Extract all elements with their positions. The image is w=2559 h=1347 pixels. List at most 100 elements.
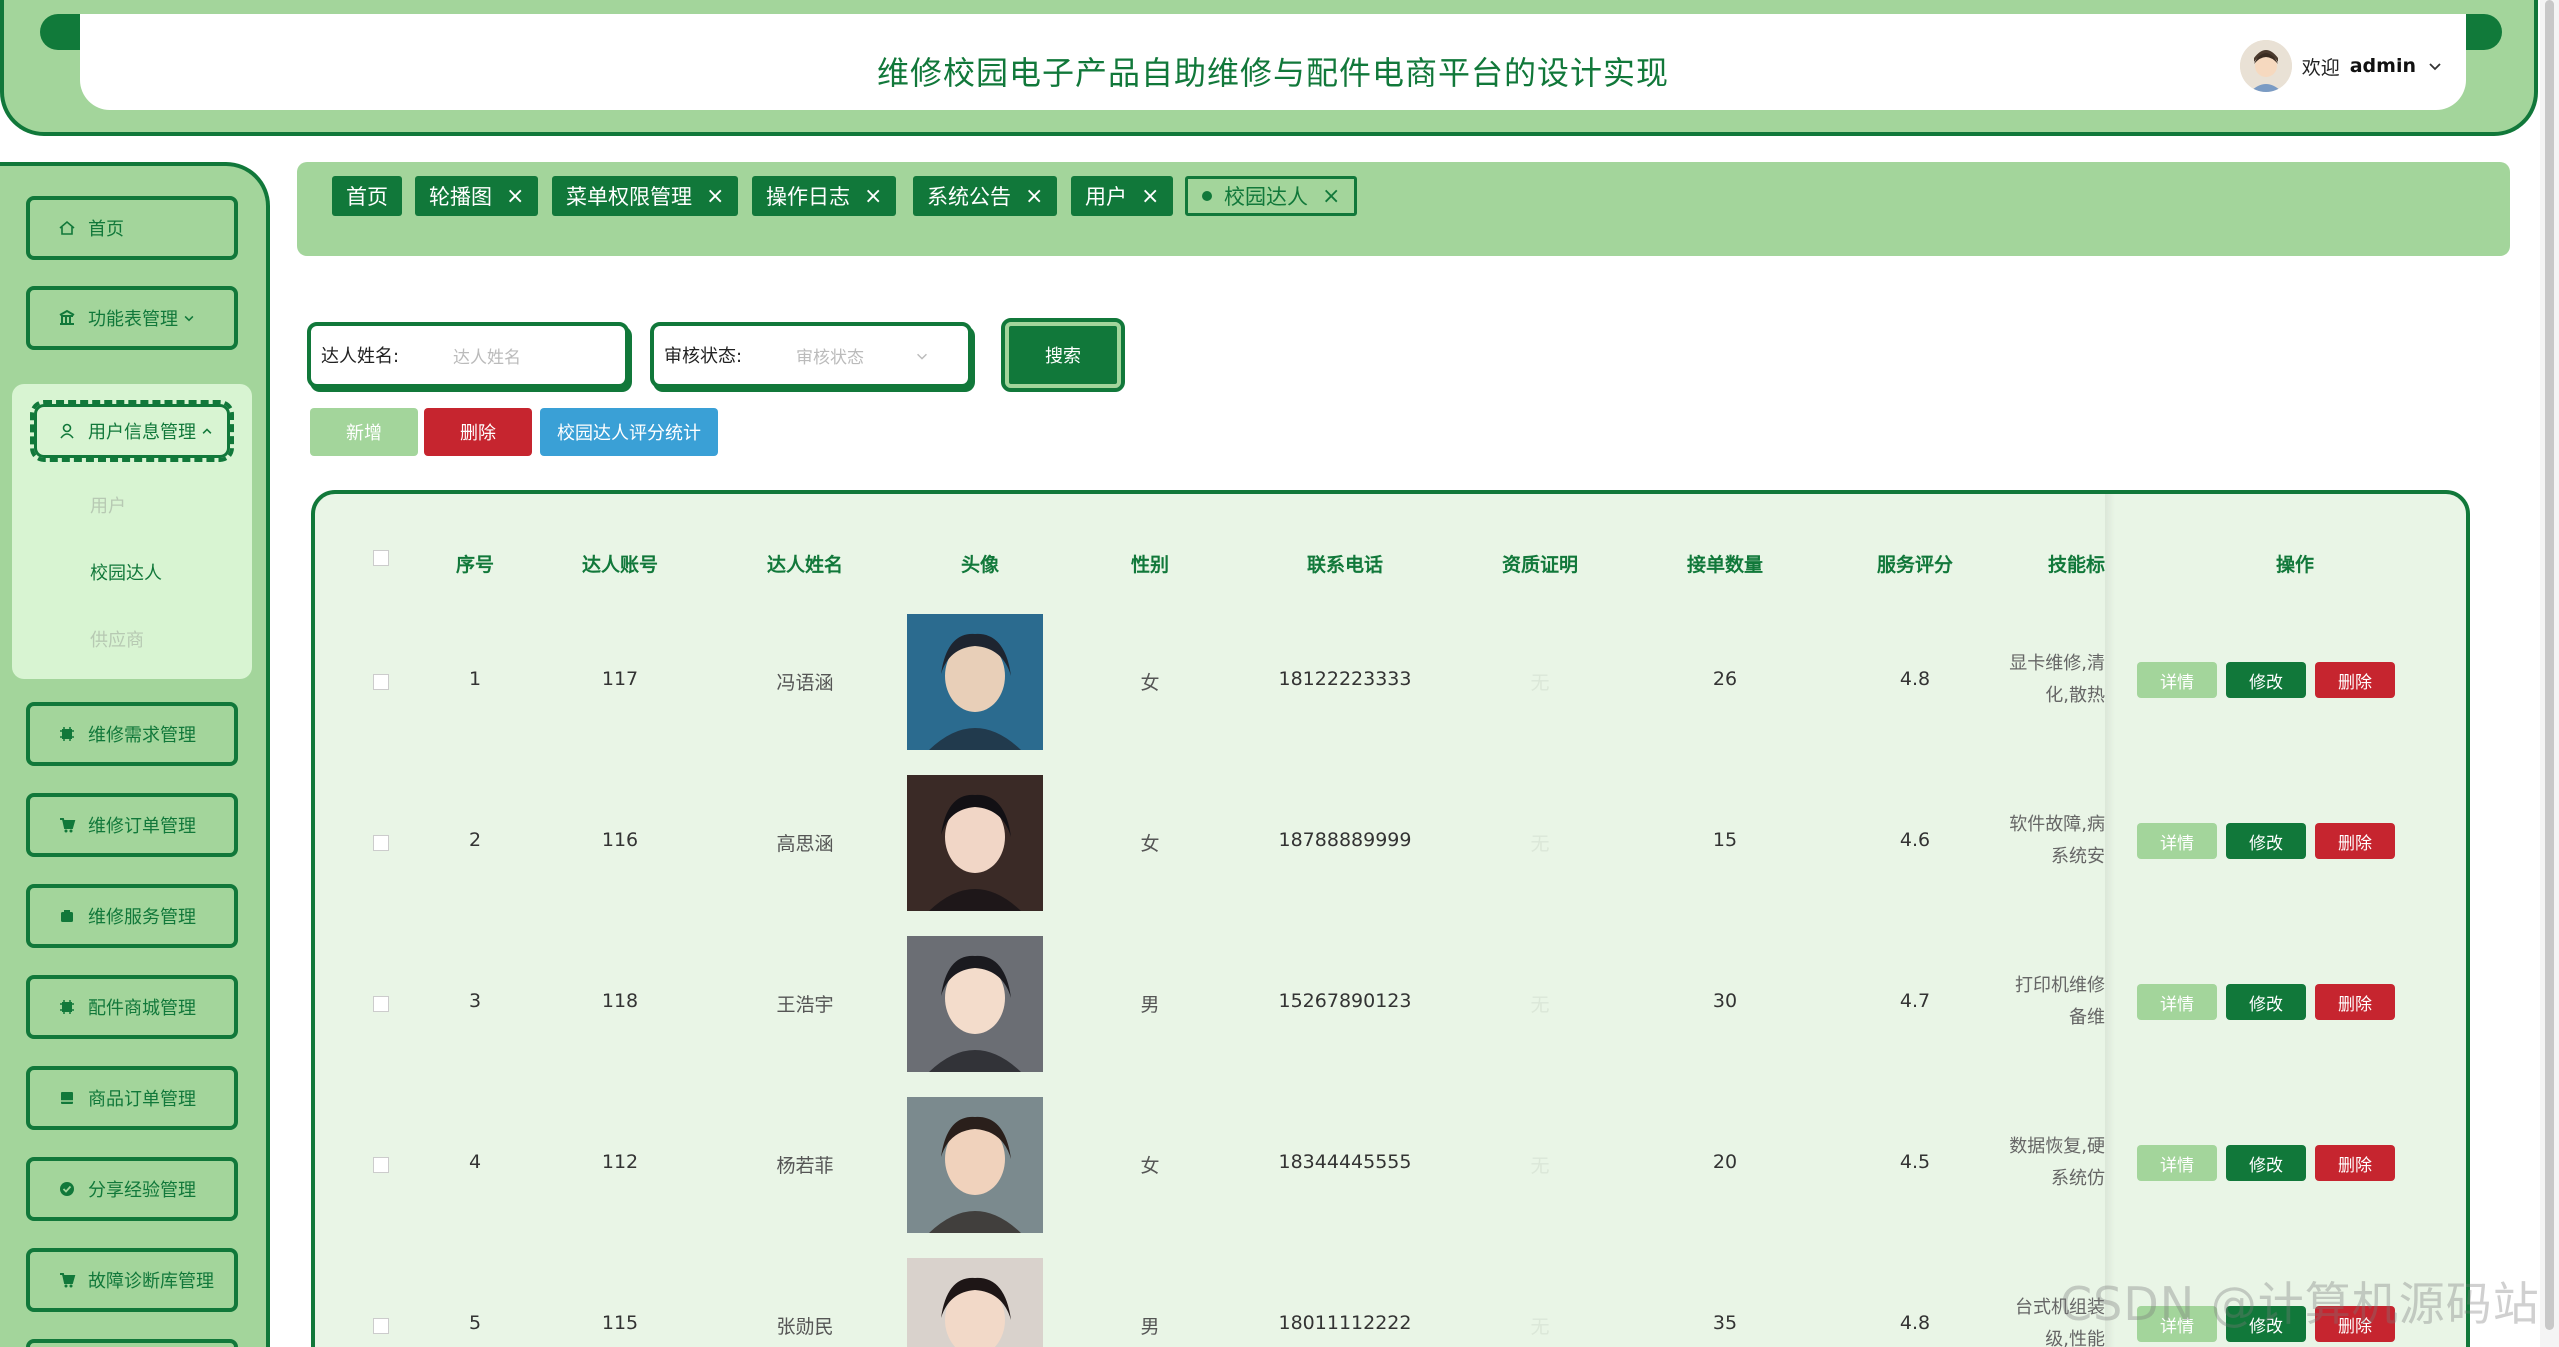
row-gender: 女 — [1140, 672, 1160, 694]
row-account: 116 — [601, 829, 639, 851]
row-cert: 无 — [1530, 994, 1550, 1016]
sidebar-item-parts-mall[interactable]: 配件商城管理 — [26, 975, 238, 1039]
tag-carousel[interactable]: 轮播图 × — [415, 176, 539, 216]
tag-user[interactable]: 用户 × — [1071, 176, 1174, 216]
column-header: 接单数量 — [1686, 554, 1763, 576]
edit-button[interactable]: 修改 — [2226, 662, 2306, 698]
row-delete-button[interactable]: 删除 — [2315, 984, 2395, 1020]
row-gender: 男 — [1140, 1316, 1160, 1338]
app-root: 维修校园电子产品自助维修与配件电商平台的设计实现 欢迎 admin 首页 功能表… — [0, 0, 2559, 1347]
sidebar-item-home[interactable]: 首页 — [26, 196, 238, 260]
tag-label: 系统公告 — [927, 185, 1011, 209]
search-button[interactable]: 搜索 — [1001, 318, 1125, 392]
detail-button[interactable]: 详情 — [2137, 823, 2217, 859]
search-name-field[interactable]: 达人姓名: 达人姓名 — [307, 322, 629, 388]
sidebar-item-function[interactable]: 功能表管理 — [26, 286, 238, 350]
edit-button[interactable]: 修改 — [2226, 823, 2306, 859]
row-delete-button[interactable]: 删除 — [2315, 1145, 2395, 1181]
row-account: 118 — [601, 990, 639, 1012]
sidebar-item-product-order[interactable]: 商品订单管理 — [26, 1066, 238, 1130]
tag-home[interactable]: 首页 — [332, 176, 402, 216]
tag-label: 校园达人 — [1224, 185, 1308, 209]
sidebar-item-share-experience[interactable]: 分享经验管理 — [26, 1157, 238, 1221]
submenu-user-info: 用户信息管理 用户 校园达人 供应商 — [12, 384, 252, 679]
row-delete-button[interactable]: 删除 — [2315, 662, 2395, 698]
row-cert: 无 — [1530, 1155, 1550, 1177]
sidebar-item-label: 故障诊断库管理 — [88, 1271, 214, 1292]
sidebar-item-user-info[interactable]: 用户信息管理 — [30, 400, 234, 462]
row-avatar-photo — [907, 1097, 1043, 1233]
row-checkbox[interactable] — [373, 1318, 389, 1334]
tag-system-notice[interactable]: 系统公告 × — [913, 176, 1058, 216]
sidebar-subitem-supplier[interactable]: 供应商 — [90, 626, 144, 652]
sidebar-subitem-campus-expert[interactable]: 校园达人 — [90, 559, 162, 585]
sidebar-item-more[interactable] — [26, 1339, 238, 1347]
sidebar: 首页 功能表管理 用户信息管理 用户 校园达人 供应商 维修需求管理 维修订单管… — [0, 162, 270, 1347]
detail-button[interactable]: 详情 — [2137, 984, 2217, 1020]
edit-button[interactable]: 修改 — [2226, 1145, 2306, 1181]
tag-operation-log[interactable]: 操作日志 × — [752, 176, 897, 216]
close-icon[interactable]: × — [1322, 184, 1340, 209]
row-phone: 18344445555 — [1278, 1151, 1412, 1173]
row-checkbox[interactable] — [373, 996, 389, 1012]
sidebar-item-label: 分享经验管理 — [88, 1180, 196, 1201]
search-status-field[interactable]: 审核状态: 审核状态 — [650, 322, 972, 388]
delete-button[interactable]: 删除 — [424, 408, 532, 456]
row-skill-line: 系统安 — [2051, 846, 2105, 867]
row-name: 王浩宇 — [776, 994, 834, 1016]
row-name: 杨若菲 — [776, 1155, 834, 1177]
add-button[interactable]: 新增 — [310, 408, 418, 456]
list-icon — [61, 1092, 73, 1104]
tag-label: 操作日志 — [766, 185, 850, 209]
row-cert: 无 — [1530, 1316, 1550, 1338]
search-status-select[interactable]: 审核状态 — [796, 343, 864, 368]
row-name: 张勋民 — [776, 1316, 834, 1338]
column-header: 资质证明 — [1501, 554, 1578, 576]
edit-button[interactable]: 修改 — [2226, 984, 2306, 1020]
detail-button[interactable]: 详情 — [2137, 1145, 2217, 1181]
stats-button[interactable]: 校园达人评分统计 — [540, 408, 718, 456]
chevron-up-icon — [202, 428, 212, 434]
row-no: 2 — [468, 829, 482, 851]
row-skill-line: 数据恢复,硬 — [2009, 1136, 2105, 1157]
sidebar-item-label: 功能表管理 — [88, 309, 178, 330]
close-icon[interactable]: × — [864, 184, 882, 209]
fixed-column-shadow — [2105, 494, 2115, 1347]
sidebar-item-repair-demand[interactable]: 维修需求管理 — [26, 702, 238, 766]
row-no: 4 — [468, 1151, 482, 1173]
sidebar-item-label: 商品订单管理 — [88, 1089, 196, 1110]
row-delete-button[interactable]: 删除 — [2315, 823, 2395, 859]
row-phone: 18788889999 — [1278, 829, 1412, 851]
avatar[interactable] — [2239, 40, 2292, 92]
column-header: 联系电话 — [1306, 554, 1383, 576]
search-name-input[interactable]: 达人姓名 — [453, 343, 521, 368]
search-name-label: 达人姓名: — [321, 346, 400, 367]
close-icon[interactable]: × — [1025, 184, 1043, 209]
tag-menu-permission[interactable]: 菜单权限管理 × — [552, 176, 739, 216]
sidebar-item-repair-service[interactable]: 维修服务管理 — [26, 884, 238, 948]
row-checkbox[interactable] — [373, 835, 389, 851]
close-icon[interactable]: × — [506, 184, 524, 209]
row-checkbox[interactable] — [373, 1157, 389, 1173]
select-all-checkbox[interactable] — [373, 550, 389, 566]
row-checkbox[interactable] — [373, 674, 389, 690]
column-header: 头像 — [960, 554, 999, 576]
row-skills: 软件故障,病 系统安 — [1945, 809, 2105, 873]
column-header: 达人账号 — [581, 554, 658, 576]
cart-icon — [60, 1273, 76, 1288]
sidebar-subitem-user[interactable]: 用户 — [90, 492, 126, 518]
tag-campus-expert[interactable]: 校园达人 × — [1185, 176, 1358, 216]
row-no: 3 — [468, 990, 482, 1012]
close-icon[interactable]: × — [1141, 184, 1159, 209]
portrait-image-icon — [907, 775, 1043, 911]
portrait-image-icon — [907, 1258, 1043, 1347]
close-icon[interactable]: × — [706, 184, 724, 209]
top-header: 维修校园电子产品自助维修与配件电商平台的设计实现 欢迎 admin — [0, 0, 2538, 136]
user-menu[interactable]: 欢迎 admin — [2239, 40, 2444, 92]
sidebar-item-repair-order[interactable]: 维修订单管理 — [26, 793, 238, 857]
detail-button[interactable]: 详情 — [2137, 662, 2217, 698]
page-scrollbar[interactable] — [2540, 0, 2559, 1347]
scrollbar-thumb[interactable] — [2545, 0, 2554, 1330]
sidebar-item-fault-diagnosis[interactable]: 故障诊断库管理 — [26, 1248, 238, 1312]
row-orders: 30 — [1712, 990, 1738, 1012]
